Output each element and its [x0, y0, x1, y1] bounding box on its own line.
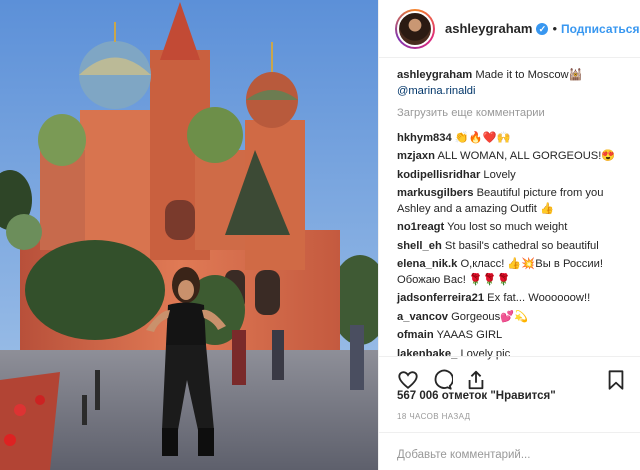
comment-text: Ex fat... Woooooow!! [487, 292, 591, 304]
cathedral-photo [0, 0, 378, 470]
comment-username[interactable]: jadsonferreira21 [397, 292, 484, 304]
comment-username[interactable]: no1reagt [397, 221, 444, 233]
instagram-post: ashleygraham ✓ • Подписаться ashleygraham… [0, 0, 640, 470]
caption-text: Made it to Moscow🕍 [475, 69, 583, 81]
avatar[interactable] [395, 8, 435, 49]
comment-text: ALL WOMAN, ALL GORGEOUS!😍 [437, 150, 616, 162]
comment-text: Gorgeous💕💫 [451, 310, 529, 323]
likes-count[interactable]: 567 006 отметок "Нравится" [397, 390, 556, 402]
comment-username[interactable]: kodipellisridhar [397, 169, 480, 181]
caption: ashleygraham Made it to Moscow🕍 @marina.… [397, 68, 632, 99]
comments-list: ashleygraham Made it to Moscow🕍 @marina.… [397, 68, 632, 365]
comment-item: no1reagt You lost so much weight [397, 220, 632, 236]
comment-username[interactable]: mzjaxn [397, 150, 435, 162]
heart-icon[interactable] [397, 369, 419, 391]
comment-text: 👏🔥❤️🙌 [454, 131, 511, 144]
add-comment-bar [379, 432, 640, 470]
comment-text: St basil's cathedral so beautiful [444, 239, 599, 252]
post-timestamp: 18 ЧАСОВ НАЗАД [397, 412, 471, 421]
comment-item: ofmain YAAAS GIRL [397, 328, 632, 344]
load-more-comments-button[interactable]: Загрузить еще комментарии [397, 106, 632, 122]
comment-item: shell_eh St basil's cathedral so beautif… [397, 239, 632, 255]
comment-item: mzjaxn ALL WOMAN, ALL GORGEOUS!😍 [397, 149, 632, 165]
comment-username[interactable]: shell_eh [397, 240, 442, 252]
comment-item: hkhym834 👏🔥❤️🙌 [397, 131, 632, 147]
comment-username[interactable]: elena_nik.k [397, 258, 457, 270]
comment-item: jadsonferreira21 Ex fat... Woooooow!! [397, 291, 632, 307]
comment-text: Lovely [483, 168, 516, 181]
comment-icon[interactable] [431, 369, 453, 391]
comment-item: markusgilbers Beautiful picture from you… [397, 186, 632, 217]
post-photo[interactable] [0, 0, 378, 470]
header-username[interactable]: ashleygraham ✓ [445, 21, 549, 36]
follow-button[interactable]: Подписаться [561, 22, 639, 36]
bookmark-icon[interactable] [605, 369, 627, 391]
caption-mention[interactable]: @marina.rinaldi [397, 85, 476, 97]
caption-username[interactable]: ashleygraham [397, 69, 472, 81]
share-icon[interactable] [465, 369, 487, 391]
comment-text: YAAAS GIRL [436, 329, 503, 341]
add-comment-input[interactable] [397, 449, 623, 461]
comment-text: You lost so much weight [447, 221, 568, 233]
comment-username[interactable]: a_vancov [397, 311, 448, 323]
post-header: ashleygraham ✓ • Подписаться [379, 0, 640, 58]
verified-icon: ✓ [536, 23, 549, 35]
comment-username[interactable]: ofmain [397, 329, 434, 341]
comment-item: a_vancov Gorgeous💕💫 [397, 310, 632, 326]
comment-item: elena_nik.k О,класс! 👍💥Вы в России! Обож… [397, 257, 632, 288]
post-side-panel: ashleygraham ✓ • Подписаться ashleygraham… [378, 0, 640, 470]
action-bar [379, 356, 640, 394]
comment-username[interactable]: markusgilbers [397, 187, 473, 199]
comment-username[interactable]: hkhym834 [397, 132, 452, 144]
header-separator: • [552, 21, 557, 36]
comment-item: kodipellisridhar Lovely [397, 168, 632, 184]
